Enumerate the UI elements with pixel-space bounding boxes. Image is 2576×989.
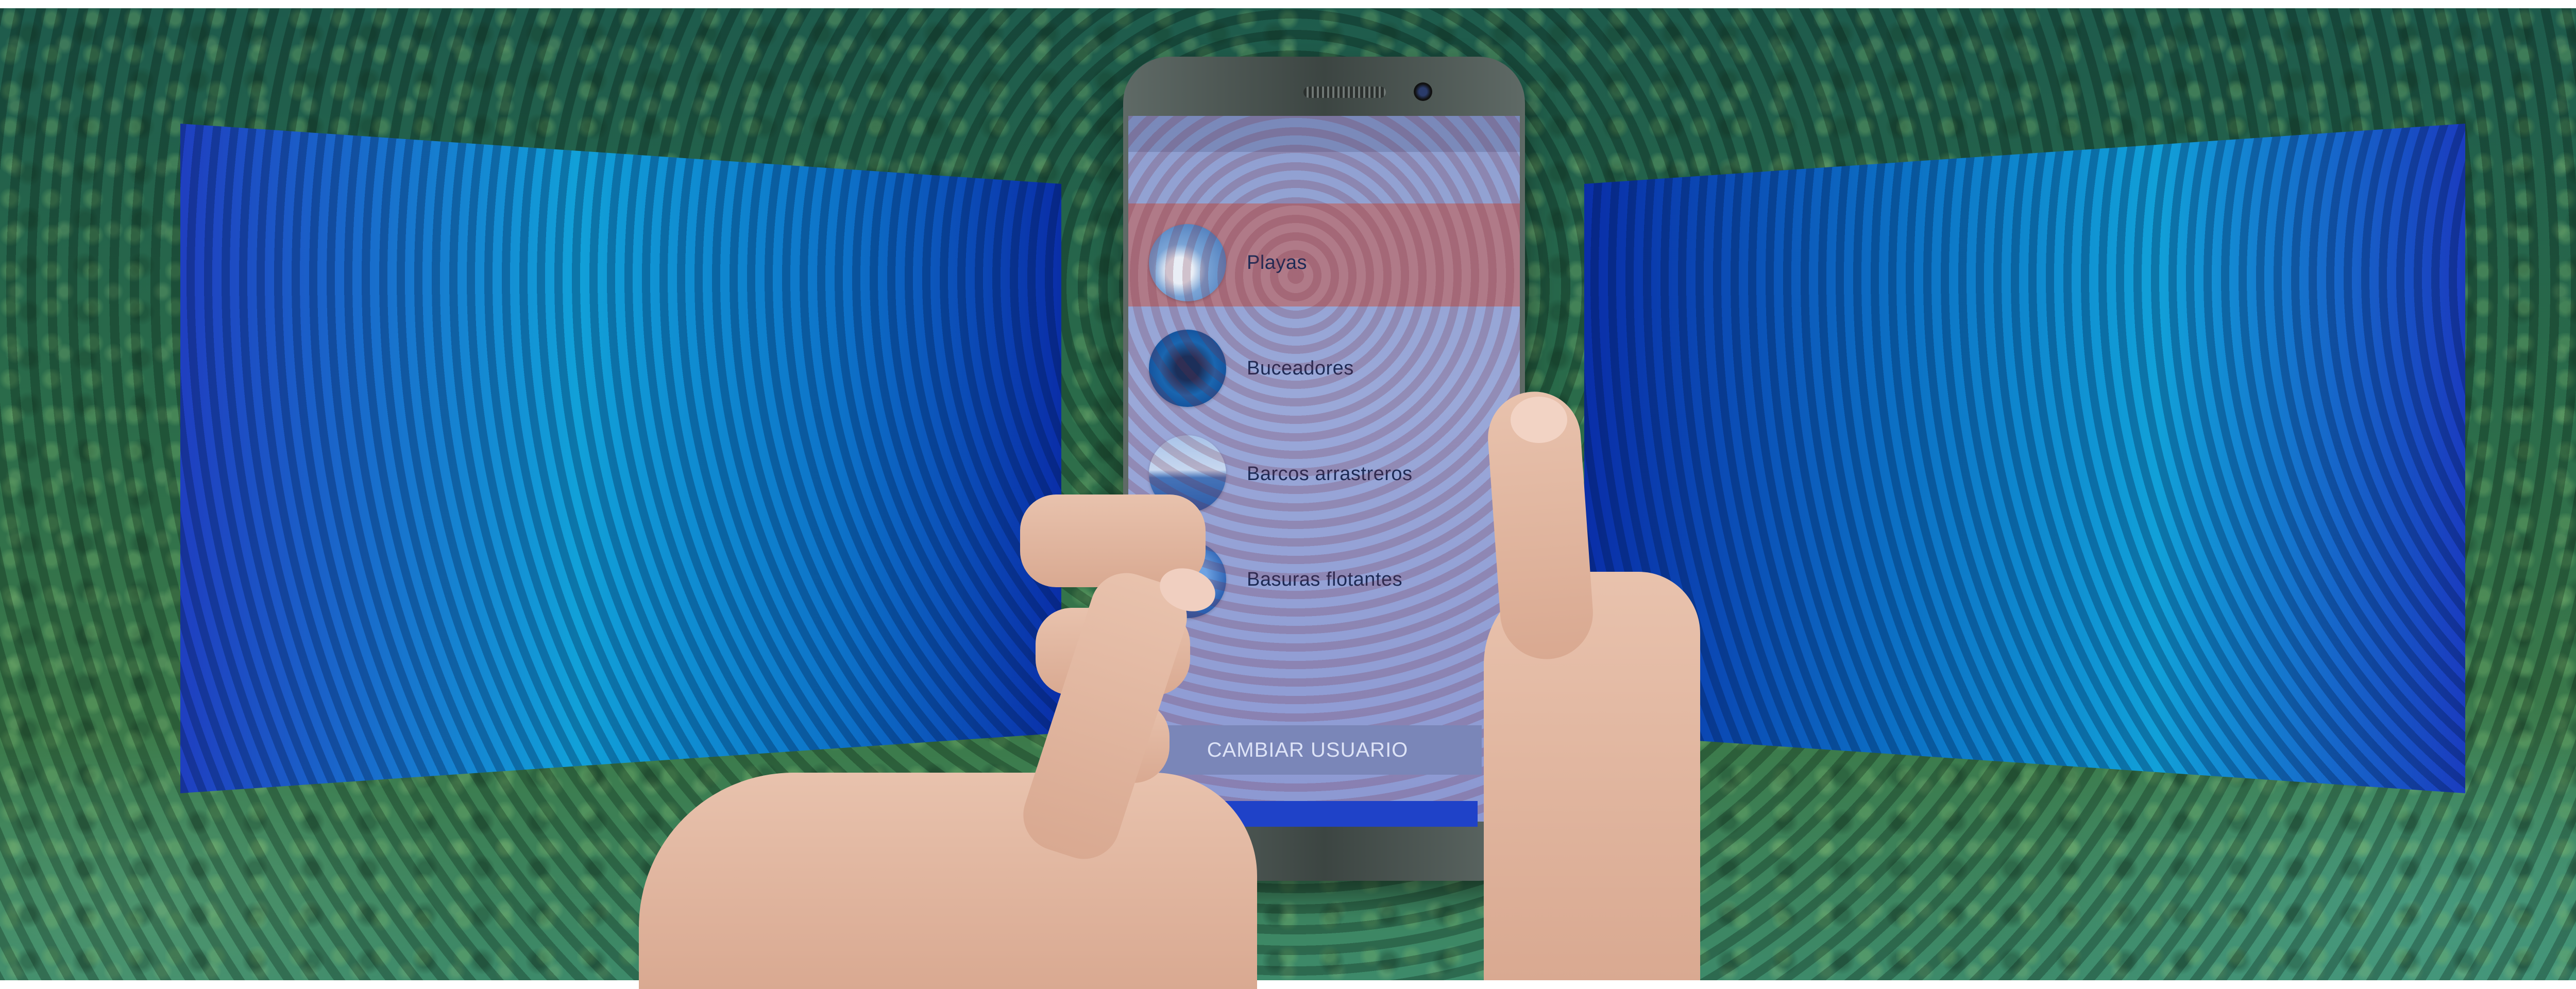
menu-item-label: Buceadores xyxy=(1247,357,1354,379)
menu-item-label: Basuras flotantes xyxy=(1247,569,1403,590)
diver-thumbnail-icon xyxy=(1149,330,1226,407)
menu-item-label: Playas xyxy=(1247,252,1308,274)
status-bar xyxy=(1128,116,1520,152)
right-blue-panel xyxy=(1584,124,2465,793)
phone-screen: Playas Buceadores Barcos arrastreros Bas… xyxy=(1128,116,1520,822)
change-user-button[interactable]: CAMBIAR USUARIO xyxy=(1133,725,1482,775)
thumb-nail xyxy=(1511,397,1567,443)
phone-speaker xyxy=(1303,87,1386,98)
menu-item-buceadores[interactable]: Buceadores xyxy=(1128,309,1520,412)
left-hand-palm xyxy=(639,773,1257,989)
phone-camera-icon xyxy=(1414,82,1432,101)
menu-item-label: Barcos arrastreros xyxy=(1247,463,1413,485)
beach-thumbnail-icon xyxy=(1149,224,1226,301)
menu-item-playas[interactable]: Playas xyxy=(1128,203,1520,306)
left-blue-panel xyxy=(180,124,1061,793)
